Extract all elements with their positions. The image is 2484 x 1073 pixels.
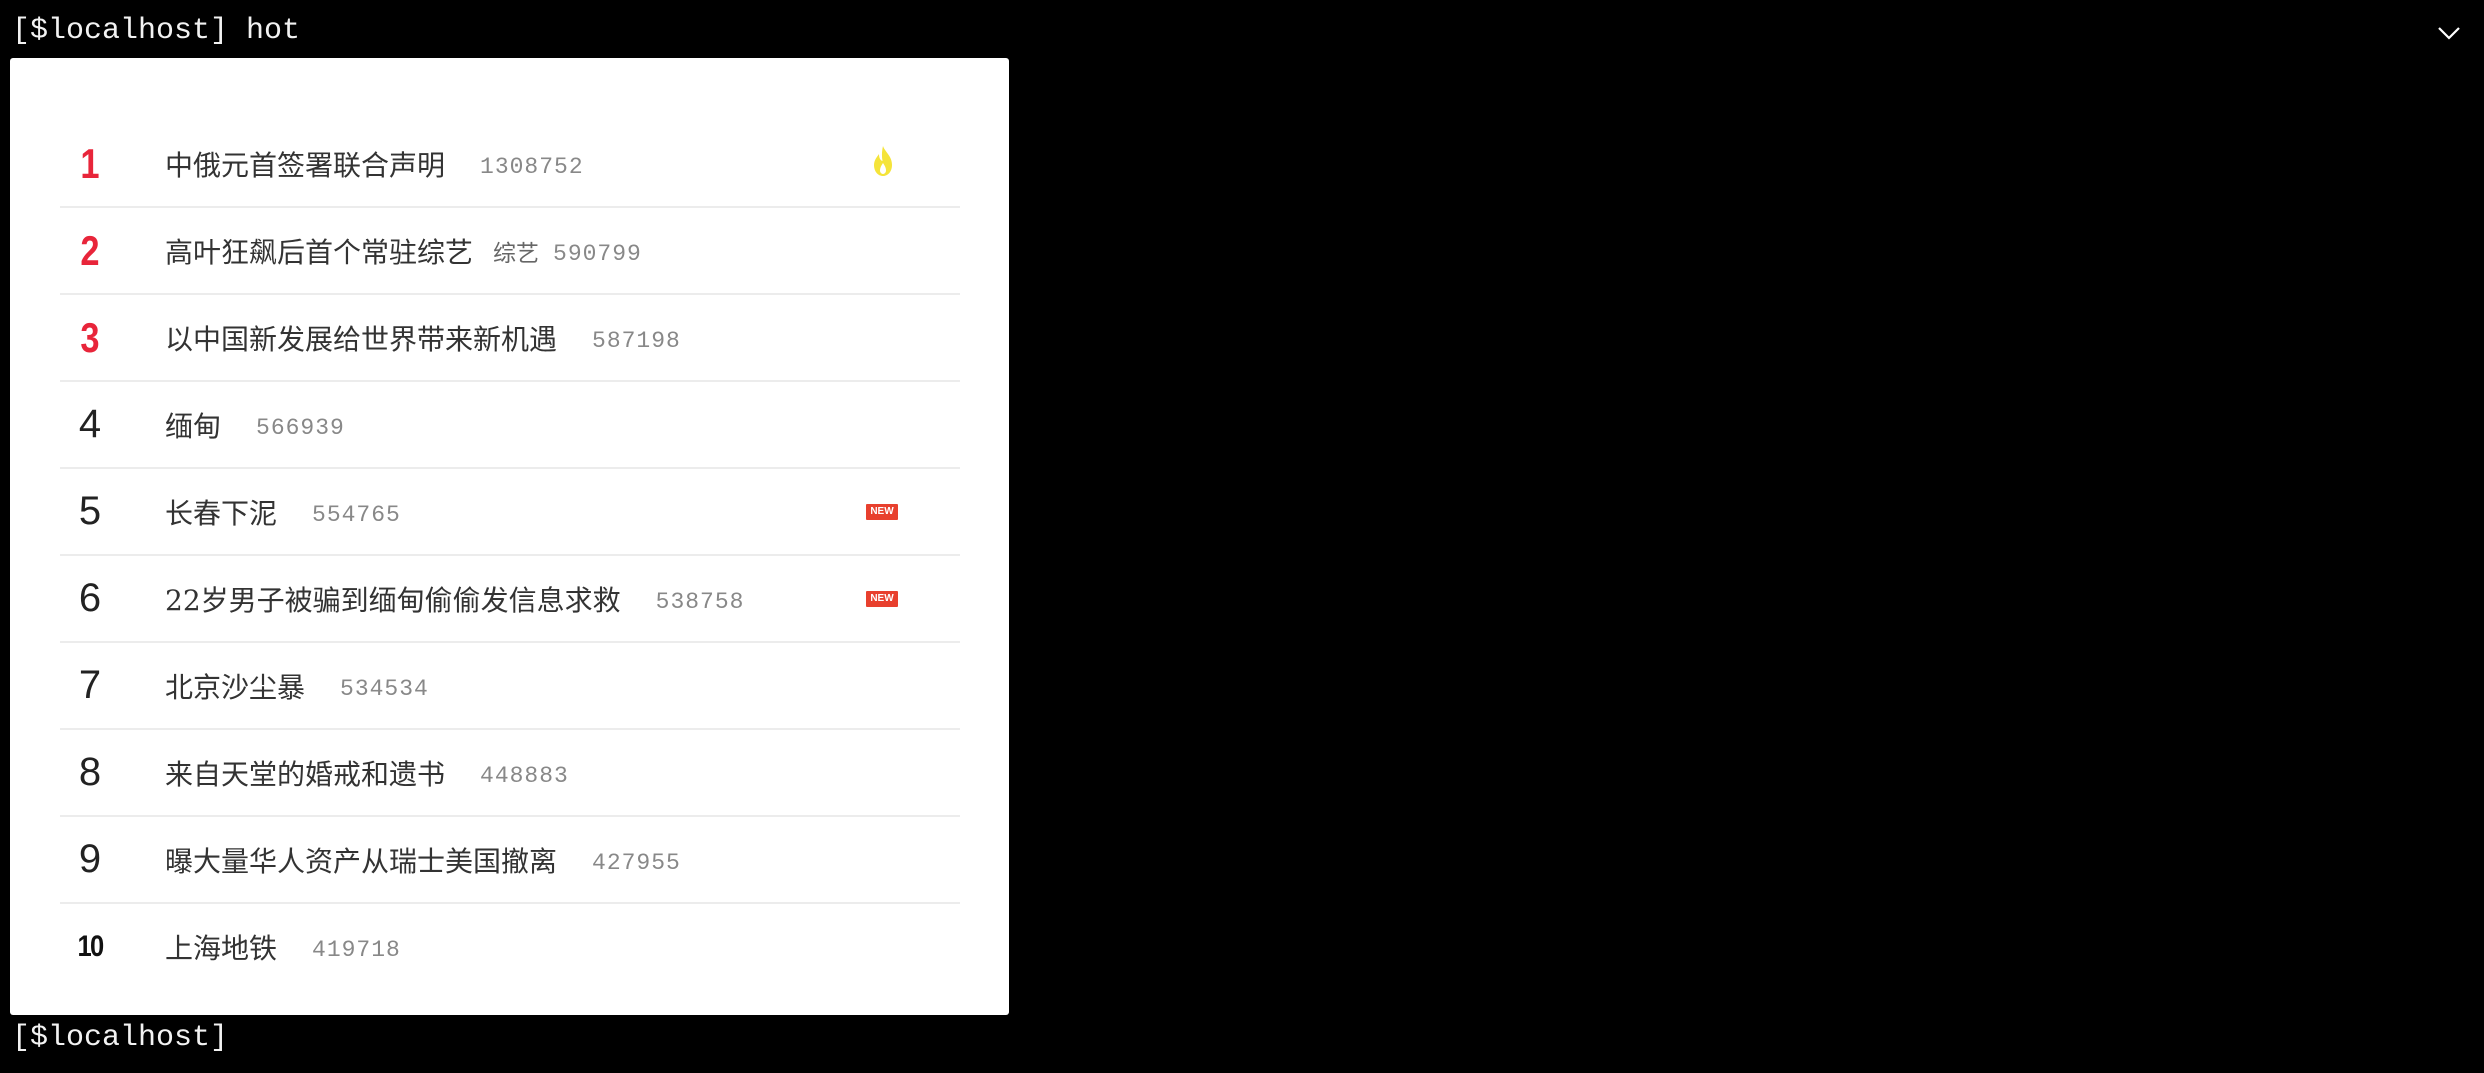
hot-item-text: 高叶狂飙后首个常驻综艺 综艺 590799 [165, 208, 642, 293]
hot-list-item[interactable]: 2 高叶狂飙后首个常驻综艺 综艺 590799 [60, 208, 960, 295]
hot-item-text: 北京沙尘暴 534534 [165, 643, 429, 728]
rank-number: 3 [80, 314, 100, 361]
hot-item-title[interactable]: 高叶狂飙后首个常驻综艺 [165, 231, 473, 271]
hot-item-text: 来自天堂的婚戒和遗书 448883 [165, 730, 569, 815]
flame-icon [874, 146, 892, 176]
terminal-command-line: [$localhost] hot [12, 14, 301, 48]
hot-item-count: 534534 [340, 675, 429, 702]
hot-item-text: 上海地铁 419718 [165, 904, 401, 989]
hot-item-title[interactable]: 上海地铁 [165, 927, 277, 967]
rank-number: 6 [78, 576, 102, 620]
hot-item-text: 中俄元首签署联合声明 1308752 [165, 121, 584, 206]
hot-list-item[interactable]: 3 以中国新发展给世界带来新机遇 587198 [60, 295, 960, 382]
rank-number: 5 [78, 489, 102, 533]
hot-item-title[interactable]: 22岁男子被骗到缅甸偷偷发信息求救 [165, 579, 621, 619]
hot-item-title[interactable]: 长春下泥 [165, 492, 277, 532]
hot-item-count: 566939 [256, 414, 345, 441]
hot-list-item[interactable]: 4 缅甸 566939 [60, 382, 960, 469]
hot-list-item[interactable]: 9 曝大量华人资产从瑞士美国撤离 427955 [60, 817, 960, 904]
hot-search-panel: 1 中俄元首签署联合声明 1308752 2 高叶狂飙后首个常驻综艺 综艺 590799 3 以… [10, 58, 1009, 1015]
rank-number: 1 [80, 140, 100, 187]
hot-list-item[interactable]: 5 长春下泥 554765 NEW [60, 469, 960, 556]
hot-list-item[interactable]: 1 中俄元首签署联合声明 1308752 [60, 121, 960, 208]
hot-item-text: 以中国新发展给世界带来新机遇 587198 [165, 295, 681, 380]
chevron-down-icon[interactable] [2434, 18, 2464, 48]
terminal-prompt: [$localhost] [12, 1021, 229, 1055]
hot-item-text: 曝大量华人资产从瑞士美国撤离 427955 [165, 817, 681, 902]
hot-item-title[interactable]: 北京沙尘暴 [165, 666, 305, 706]
hot-item-count: 554765 [312, 501, 401, 528]
hot-item-count: 427955 [592, 849, 681, 876]
hot-item-title[interactable]: 中俄元首签署联合声明 [165, 144, 445, 184]
hot-item-count: 587198 [592, 327, 681, 354]
rank-number: 10 [77, 930, 105, 963]
rank-number: 4 [78, 402, 102, 446]
hot-item-text: 缅甸 566939 [165, 382, 345, 467]
hot-list-item[interactable]: 7 北京沙尘暴 534534 [60, 643, 960, 730]
hot-search-list: 1 中俄元首签署联合声明 1308752 2 高叶狂飙后首个常驻综艺 综艺 590799 3 以… [60, 121, 960, 989]
hot-item-category-tag: 综艺 [493, 240, 540, 267]
hot-item-text: 长春下泥 554765 [165, 469, 401, 554]
hot-item-title[interactable]: 以中国新发展给世界带来新机遇 [165, 318, 557, 358]
hot-list-item[interactable]: 8 来自天堂的婚戒和遗书 448883 [60, 730, 960, 817]
hot-item-title[interactable]: 缅甸 [165, 405, 221, 445]
hot-item-count: 590799 [553, 240, 642, 267]
hot-item-title[interactable]: 曝大量华人资产从瑞士美国撤离 [165, 840, 557, 880]
hot-item-count: 448883 [480, 762, 569, 789]
hot-item-count: 419718 [312, 936, 401, 963]
rank-number: 7 [78, 663, 102, 707]
hot-item-count: 538758 [655, 588, 745, 615]
hot-item-title[interactable]: 来自天堂的婚戒和遗书 [165, 753, 445, 793]
hot-item-text: 22岁男子被骗到缅甸偷偷发信息求救 538758 [165, 556, 744, 641]
new-badge: NEW [866, 591, 898, 607]
rank-number: 9 [78, 837, 102, 881]
hot-list-item[interactable]: 10 上海地铁 419718 [60, 904, 960, 989]
hot-list-item[interactable]: 6 22岁男子被骗到缅甸偷偷发信息求救 538758 NEW [60, 556, 960, 643]
rank-number: 2 [80, 227, 100, 274]
hot-item-count: 1308752 [480, 153, 584, 180]
rank-number: 8 [78, 750, 102, 794]
new-badge: NEW [866, 504, 898, 520]
